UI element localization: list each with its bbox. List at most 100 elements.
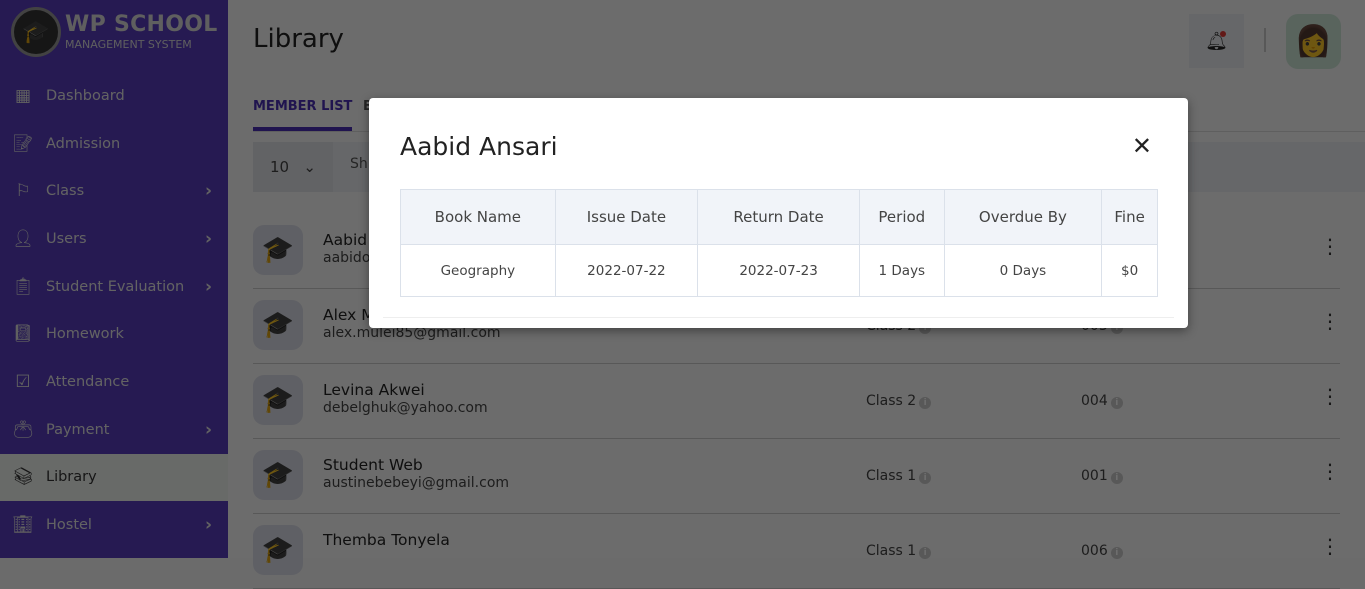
member-books-modal: Aabid Ansari ✕ Book Name Issue Date Return… [369, 98, 1188, 328]
notification-dot [1220, 31, 1226, 37]
notebook-pencil-icon: 📓︎ [12, 324, 34, 345]
member-roll: 004 [1081, 393, 1108, 409]
page-size-select[interactable]: 10 ⌄ [253, 142, 333, 192]
sidebar-item-label: Hostel [46, 517, 92, 534]
sidebar-item-dashboard[interactable]: ▦ Dashboard [0, 72, 228, 120]
tab-member-list[interactable]: MEMBER LIST [253, 99, 353, 131]
chevron-right-icon: › [204, 228, 212, 249]
sidebar-item-class[interactable]: ⚐ Class › [0, 167, 228, 215]
more-options-icon[interactable]: ⋮ [1320, 461, 1340, 481]
member-roll: 001 [1081, 468, 1108, 484]
page-title: Library [253, 24, 344, 54]
member-email: aabido [323, 250, 371, 266]
show-label: Sh [350, 156, 368, 172]
chevron-right-icon: › [204, 276, 212, 297]
member-name: Alex M [323, 306, 375, 324]
member-row[interactable]: 🎓 Levina Akwei debelghuk@yahoo.com Class… [253, 364, 1340, 439]
member-row[interactable]: 🎓 Themba Tonyela Class 1i 006 i ⋮ [253, 514, 1340, 589]
more-options-icon[interactable]: ⋮ [1320, 386, 1340, 406]
more-options-icon[interactable]: ⋮ [1320, 236, 1340, 256]
member-name: Student Web [323, 456, 423, 474]
student-avatar: 🎓 [253, 375, 303, 425]
info-icon[interactable]: i [1110, 397, 1123, 409]
wallet-icon: 👛︎ [12, 419, 34, 440]
more-options-icon[interactable]: ⋮ [1320, 536, 1340, 556]
sidebar-item-label: Dashboard [46, 87, 125, 104]
graduation-cap-logo-icon: 🎓 [11, 7, 61, 57]
building-icon: 🏢︎ [12, 515, 34, 536]
table-cell: Geography [400, 244, 556, 297]
table-cell: 1 Days [859, 244, 945, 297]
sidebar-item-label: Users [46, 230, 87, 247]
user-avatar[interactable]: 👩 [1286, 14, 1341, 69]
table-cell: 2022-07-22 [554, 244, 699, 297]
user-icon: 👤︎ [12, 228, 34, 249]
info-icon[interactable]: i [919, 397, 932, 409]
more-options-icon[interactable]: ⋮ [1320, 311, 1340, 331]
sidebar-item-payment[interactable]: 👛︎ Payment › [0, 406, 228, 454]
member-name: Levina Akwei [323, 381, 425, 399]
sidebar-item-admission[interactable]: 📝︎ Admission [0, 120, 228, 168]
sidebar-nav: ▦ Dashboard 📝︎ Admission ⚐ Class › 👤︎ Users › 📋︎ St… [0, 72, 228, 549]
divider [1264, 28, 1266, 52]
column-header: Issue Date [554, 189, 699, 245]
logo-subtitle: MANAGEMENT SYSTEM [65, 38, 192, 51]
table-cell: 2022-07-23 [697, 244, 860, 297]
logo[interactable]: 🎓 WP SCHOOL MANAGEMENT SYSTEM [0, 0, 228, 64]
column-header: Overdue By [943, 189, 1103, 245]
sidebar-item-label: Attendance [46, 373, 130, 390]
info-icon[interactable]: i [919, 472, 932, 484]
sidebar-item-label: Class [46, 183, 85, 200]
grid-icon: ▦ [14, 85, 32, 106]
sidebar-item-attendance[interactable]: ☑ Attendance [0, 358, 228, 406]
member-class: Class 2 [866, 393, 917, 409]
member-name: Aabid [323, 231, 368, 249]
sidebar-item-label: Library [46, 469, 97, 486]
sidebar-item-hostel[interactable]: 🏢︎ Hostel › [0, 501, 228, 549]
sidebar-item-label: Homework [46, 326, 124, 343]
issued-books-table: Book Name Issue Date Return Date Period Over… [400, 189, 1158, 297]
sidebar-item-label: Admission [46, 135, 121, 152]
notifications-button[interactable]: 🔔︎ [1189, 14, 1244, 68]
table-cell: $0 [1101, 244, 1158, 297]
info-icon[interactable]: i [1110, 472, 1123, 484]
student-avatar: 🎓 [253, 525, 303, 575]
clipboard-checklist-icon: 📋︎ [12, 276, 34, 297]
chevron-right-icon: › [204, 515, 212, 536]
column-header: Period [859, 189, 945, 245]
column-header: Book Name [400, 189, 556, 245]
table-row: Geography 2022-07-22 2022-07-23 1 Days 0 Day… [400, 244, 1158, 297]
books-icon: 📚︎ [12, 467, 34, 488]
student-avatar: 🎓 [253, 450, 303, 500]
column-header: Return Date [697, 189, 860, 245]
student-avatar: 🎓 [253, 225, 303, 275]
modal-title: Aabid Ansari [400, 132, 558, 161]
chevron-down-icon: ⌄ [303, 158, 316, 176]
sidebar: 🎓 WP SCHOOL MANAGEMENT SYSTEM ▦ Dashboard… [0, 0, 228, 558]
logo-title: WP SCHOOL [65, 12, 218, 37]
table-cell: 0 Days [943, 244, 1103, 297]
chevron-right-icon: › [204, 419, 212, 440]
sidebar-item-users[interactable]: 👤︎ Users › [0, 215, 228, 263]
form-edit-icon: 📝︎ [12, 133, 34, 154]
sidebar-item-library[interactable]: 📚︎ Library [0, 453, 228, 502]
member-email: debelghuk@yahoo.com [323, 400, 488, 416]
info-icon[interactable]: i [1110, 547, 1123, 559]
sidebar-item-label: Student Evaluation [46, 278, 185, 295]
column-header: Fine [1101, 189, 1158, 245]
member-class: Class 1 [866, 543, 917, 559]
info-icon[interactable]: i [919, 547, 932, 559]
member-email: austinebebeyi@gmail.com [323, 475, 510, 491]
student-avatar: 🎓 [253, 300, 303, 350]
member-roll: 006 [1081, 543, 1108, 559]
member-class: Class 1 [866, 468, 917, 484]
clipboard-check-icon: ☑ [15, 371, 31, 392]
teacher-board-icon: ⚐ [15, 181, 31, 202]
member-name: Themba Tonyela [323, 531, 450, 549]
sidebar-item-homework[interactable]: 📓︎ Homework [0, 310, 228, 358]
close-icon[interactable]: ✕ [1132, 134, 1152, 158]
chevron-right-icon: › [204, 181, 212, 202]
member-row[interactable]: 🎓 Student Web austinebebeyi@gmail.com Cl… [253, 439, 1340, 514]
sidebar-item-label: Payment [46, 421, 110, 438]
sidebar-item-student-evaluation[interactable]: 📋︎ Student Evaluation › [0, 263, 228, 311]
